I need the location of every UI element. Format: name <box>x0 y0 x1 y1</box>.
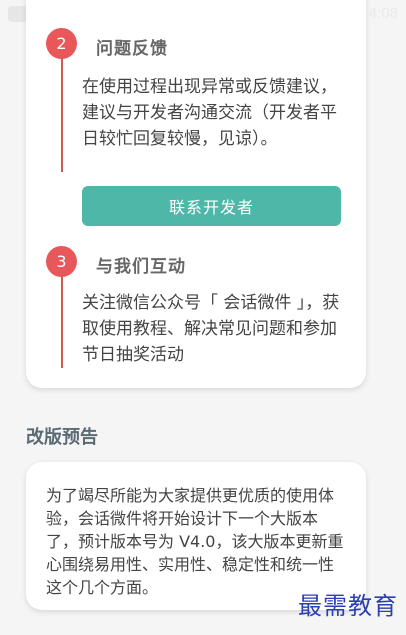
section-header: 改版预告 <box>26 423 98 449</box>
step-title: 与我们互动 <box>96 257 186 277</box>
step-description: 在使用过程出现异常或反馈建议，建议与开发者沟通交流（开发者平日较忙回复较慢，见谅… <box>82 77 337 149</box>
watermark-text: 最需教育 <box>298 592 398 620</box>
timeline-line <box>61 44 63 172</box>
status-time: 4:08 <box>368 5 398 22</box>
step-badge: 3 <box>46 246 77 277</box>
help-steps-card: 2 问题反馈 在使用过程出现异常或反馈建议，建议与开发者沟通交流（开发者平日较忙… <box>26 0 366 388</box>
step-title: 问题反馈 <box>96 39 168 59</box>
contact-developer-button[interactable]: 联系开发者 <box>82 186 341 226</box>
step-description: 关注微信公众号「 会话微件 」，获取使用教程、解决常见问题和参加节日抽奖活动 <box>82 293 340 365</box>
section-header-text: 改版预告 <box>26 427 98 448</box>
step-badge: 2 <box>46 28 77 59</box>
notice-text: 为了竭尽所能为大家提供更优质的使用体验，会话微件将开始设计下一个大版本了，预计版… <box>46 486 344 597</box>
